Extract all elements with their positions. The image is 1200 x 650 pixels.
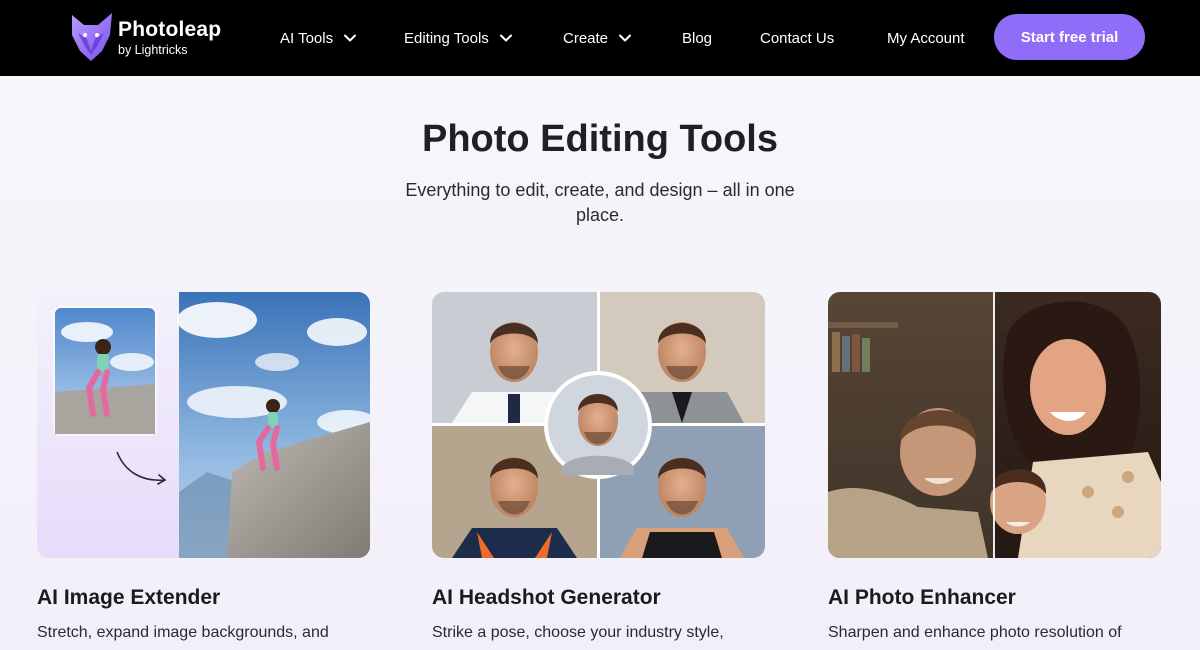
nav-editing-tools[interactable]: Editing Tools — [404, 30, 513, 47]
nav-ai-tools[interactable]: AI Tools — [280, 30, 357, 47]
nav-create[interactable]: Create — [563, 30, 632, 47]
chevron-down-icon — [499, 31, 513, 45]
chevron-down-icon — [343, 31, 357, 45]
image-extender-preview — [37, 292, 370, 558]
nav-contact-us[interactable]: Contact Us — [760, 30, 834, 47]
top-navbar: Photoleap by Lightricks AI Tools Editing… — [0, 0, 1200, 76]
card-description: Sharpen and enhance photo resolution of — [828, 624, 1122, 641]
card-title: AI Photo Enhancer — [828, 586, 1016, 609]
brand-subtitle: by Lightricks — [118, 42, 188, 57]
tool-card-image-extender[interactable]: AI Image Extender Stretch, expand image … — [37, 292, 370, 641]
card-description: Strike a pose, choose your industry styl… — [432, 624, 724, 641]
card-title: AI Image Extender — [37, 586, 221, 609]
nav-blog-label: Blog — [682, 29, 713, 47]
brand-link[interactable]: Photoleap by Lightricks — [68, 11, 221, 63]
card-description: Stretch, expand image backgrounds, and — [37, 624, 329, 641]
chevron-down-icon — [618, 31, 632, 45]
nav-my-account-label: My Account — [887, 29, 965, 47]
nav-contact-us-label: Contact Us — [760, 29, 835, 47]
tool-card-headshot-generator[interactable]: AI Headshot Generator Strike a pose, cho… — [432, 292, 765, 641]
brand-text: Photoleap by Lightricks — [118, 18, 221, 57]
headshot-generator-preview — [432, 292, 765, 558]
tool-card-photo-enhancer[interactable]: AI Photo Enhancer Sharpen and enhance ph… — [828, 292, 1161, 641]
start-free-trial-button[interactable]: Start free trial — [994, 14, 1145, 60]
nav-ai-tools-label: AI Tools — [280, 29, 334, 47]
card-title: AI Headshot Generator — [432, 586, 661, 609]
page-subtitle: Everything to edit, create, and design –… — [405, 180, 795, 225]
nav-editing-tools-label: Editing Tools — [404, 29, 489, 47]
brand-name: Photoleap — [118, 17, 222, 41]
fox-logo-icon — [68, 11, 114, 63]
photo-enhancer-preview — [828, 292, 1161, 558]
nav-create-label: Create — [563, 29, 609, 47]
nav-my-account[interactable]: My Account — [887, 30, 965, 47]
nav-blog[interactable]: Blog — [682, 30, 712, 47]
page-title: Photo Editing Tools — [421, 118, 778, 160]
